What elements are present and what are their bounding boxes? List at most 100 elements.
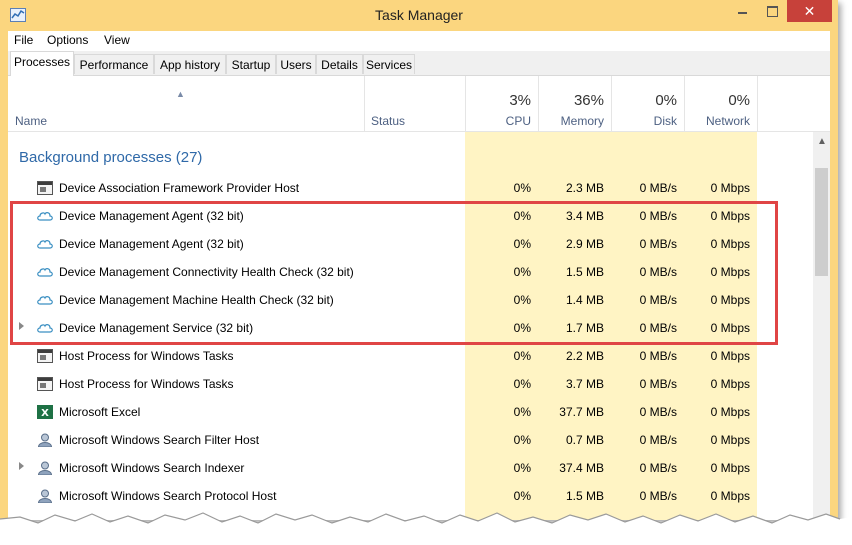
process-memory: 2.3 MB <box>565 181 604 195</box>
column-divider <box>757 76 758 131</box>
process-row[interactable]: Device Management Machine Health Check (… <box>8 286 812 314</box>
vertical-scrollbar[interactable]: ▲ <box>813 132 830 520</box>
process-row[interactable]: Device Management Connectivity Health Ch… <box>8 258 812 286</box>
process-row[interactable]: Microsoft Windows Search Indexer 0% 37.4 M… <box>8 454 812 482</box>
disk-total: 0% <box>655 92 677 109</box>
scroll-up-icon[interactable]: ▲ <box>817 136 827 147</box>
search-user-icon <box>37 461 53 476</box>
column-disk[interactable]: 0% Disk <box>611 76 684 131</box>
process-cpu: 0% <box>513 237 531 251</box>
process-cpu: 0% <box>513 489 531 503</box>
process-memory: 1.5 MB <box>565 489 604 503</box>
process-memory: 2.9 MB <box>565 237 604 251</box>
column-cpu[interactable]: 3% CPU <box>465 76 538 131</box>
process-memory: 1.4 MB <box>565 293 604 307</box>
process-memory: 37.7 MB <box>559 405 604 419</box>
process-memory: 1.7 MB <box>565 321 604 335</box>
maximize-button[interactable] <box>757 0 787 22</box>
process-memory: 3.4 MB <box>565 209 604 223</box>
cpu-total: 3% <box>509 92 531 109</box>
process-memory: 2.2 MB <box>565 349 604 363</box>
disk-label: Disk <box>653 114 677 128</box>
close-icon: ✕ <box>803 3 816 19</box>
scroll-thumb[interactable] <box>815 168 828 276</box>
process-name: Host Process for Windows Tasks <box>59 349 234 363</box>
tab-processes[interactable]: Processes <box>10 51 74 76</box>
process-name: Device Management Service (32 bit) <box>59 321 254 335</box>
tab-bar: Processes Performance App history Startu… <box>8 51 830 76</box>
column-status[interactable]: Status <box>371 114 405 128</box>
expand-arrow-icon[interactable] <box>19 322 24 330</box>
cloud-icon <box>37 237 53 251</box>
process-row[interactable]: X Microsoft Excel 0% 37.7 MB 0 MB/s 0 Mbps <box>8 398 812 426</box>
menu-bar: File Options View <box>8 31 830 51</box>
process-disk: 0 MB/s <box>639 433 677 447</box>
process-network: 0 Mbps <box>710 461 750 475</box>
process-cpu: 0% <box>513 433 531 447</box>
process-row[interactable]: Device Association Framework Provider Ho… <box>8 174 812 202</box>
service-window-icon <box>37 349 53 363</box>
tab-performance[interactable]: Performance <box>74 54 154 74</box>
process-network: 0 Mbps <box>710 405 750 419</box>
process-name: Microsoft Windows Search Protocol Host <box>59 489 277 503</box>
process-network: 0 Mbps <box>710 181 750 195</box>
process-network: 0 Mbps <box>710 321 750 335</box>
process-row[interactable]: Device Management Agent (32 bit) 0% 2.9 MB… <box>8 230 812 258</box>
title-bar[interactable]: Task Manager ✕ <box>0 0 838 31</box>
minimize-icon <box>738 12 747 14</box>
cloud-icon <box>37 321 53 335</box>
process-cpu: 0% <box>513 377 531 391</box>
tab-users[interactable]: Users <box>276 54 316 74</box>
menu-view[interactable]: View <box>104 33 130 47</box>
column-memory[interactable]: 36% Memory <box>538 76 611 131</box>
expand-arrow-icon[interactable] <box>19 462 24 470</box>
process-network: 0 Mbps <box>710 237 750 251</box>
client-area: File Options View Processes Performance … <box>8 31 830 520</box>
process-memory: 37.4 MB <box>559 461 604 475</box>
torn-edge <box>0 512 852 545</box>
process-network: 0 Mbps <box>710 265 750 279</box>
process-list: Background processes (27) Device Associa… <box>8 132 812 520</box>
process-disk: 0 MB/s <box>639 265 677 279</box>
column-header: ▲ Name Status 3% CPU 36% Memory 0% Disk … <box>8 76 830 132</box>
process-cpu: 0% <box>513 405 531 419</box>
column-name[interactable]: Name <box>15 114 47 128</box>
process-network: 0 Mbps <box>710 209 750 223</box>
process-disk: 0 MB/s <box>639 489 677 503</box>
process-network: 0 Mbps <box>710 377 750 391</box>
menu-options[interactable]: Options <box>47 33 88 47</box>
process-disk: 0 MB/s <box>639 209 677 223</box>
tab-app-history[interactable]: App history <box>154 54 226 74</box>
close-button[interactable]: ✕ <box>787 0 832 22</box>
process-disk: 0 MB/s <box>639 377 677 391</box>
process-disk: 0 MB/s <box>639 405 677 419</box>
process-network: 0 Mbps <box>710 293 750 307</box>
process-name: Microsoft Windows Search Indexer <box>59 461 245 475</box>
process-cpu: 0% <box>513 209 531 223</box>
process-row[interactable]: Host Process for Windows Tasks 0% 2.2 MB 0 … <box>8 342 812 370</box>
tab-services[interactable]: Services <box>363 54 415 74</box>
excel-icon: X <box>37 405 53 419</box>
window-title: Task Manager <box>375 7 463 23</box>
column-network[interactable]: 0% Network <box>684 76 757 131</box>
memory-label: Memory <box>560 114 604 128</box>
process-name: Device Management Agent (32 bit) <box>59 209 244 223</box>
menu-file[interactable]: File <box>14 33 33 47</box>
minimize-button[interactable] <box>727 0 757 22</box>
process-row[interactable]: Host Process for Windows Tasks 0% 3.7 MB 0 … <box>8 370 812 398</box>
group-title[interactable]: Background processes (27) <box>19 149 202 166</box>
tab-details[interactable]: Details <box>316 54 363 74</box>
service-window-icon <box>37 181 53 195</box>
network-label: Network <box>705 114 750 128</box>
process-network: 0 Mbps <box>710 489 750 503</box>
process-disk: 0 MB/s <box>639 237 677 251</box>
process-row[interactable]: Microsoft Windows Search Filter Host 0% 0.… <box>8 426 812 454</box>
process-disk: 0 MB/s <box>639 349 677 363</box>
process-row[interactable]: Device Management Service (32 bit) 0% 1.7 … <box>8 314 812 342</box>
process-network: 0 Mbps <box>710 349 750 363</box>
memory-total: 36% <box>573 92 604 109</box>
process-row[interactable]: Device Management Agent (32 bit) 0% 3.4 MB… <box>8 202 812 230</box>
process-name: Microsoft Excel <box>59 405 141 419</box>
process-memory: 1.5 MB <box>565 265 604 279</box>
tab-startup[interactable]: Startup <box>226 54 276 74</box>
